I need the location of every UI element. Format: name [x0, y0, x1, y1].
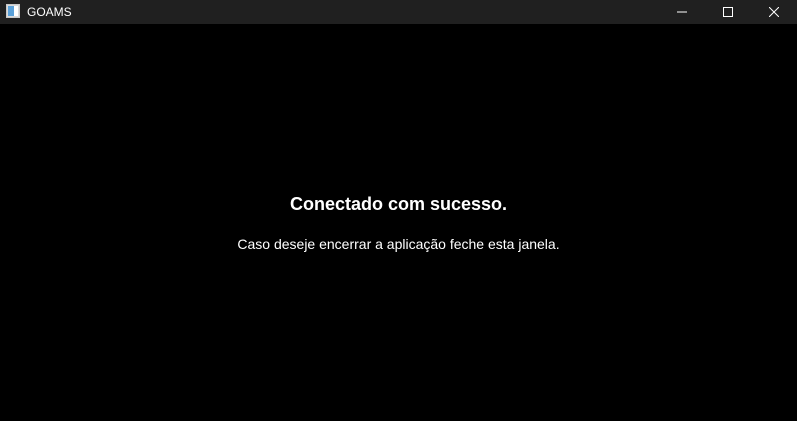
close-button[interactable]: [751, 0, 797, 24]
minimize-button[interactable]: [659, 0, 705, 24]
maximize-button[interactable]: [705, 0, 751, 24]
close-instructions-text: Caso deseje encerrar a aplicação feche e…: [237, 236, 560, 252]
window-controls: [659, 0, 797, 24]
maximize-icon: [723, 7, 733, 17]
connection-status-heading: Conectado com sucesso.: [289, 194, 508, 214]
window-title: GOAMS: [27, 5, 72, 19]
app-window-icon: [6, 4, 20, 18]
minimize-icon: [677, 11, 687, 13]
close-icon: [769, 7, 779, 17]
app-window: GOAMS Conectado com sucesso. Caso deseje…: [0, 0, 797, 421]
main-content: Conectado com sucesso. Caso deseje encer…: [0, 24, 797, 421]
title-bar[interactable]: GOAMS: [0, 0, 797, 24]
